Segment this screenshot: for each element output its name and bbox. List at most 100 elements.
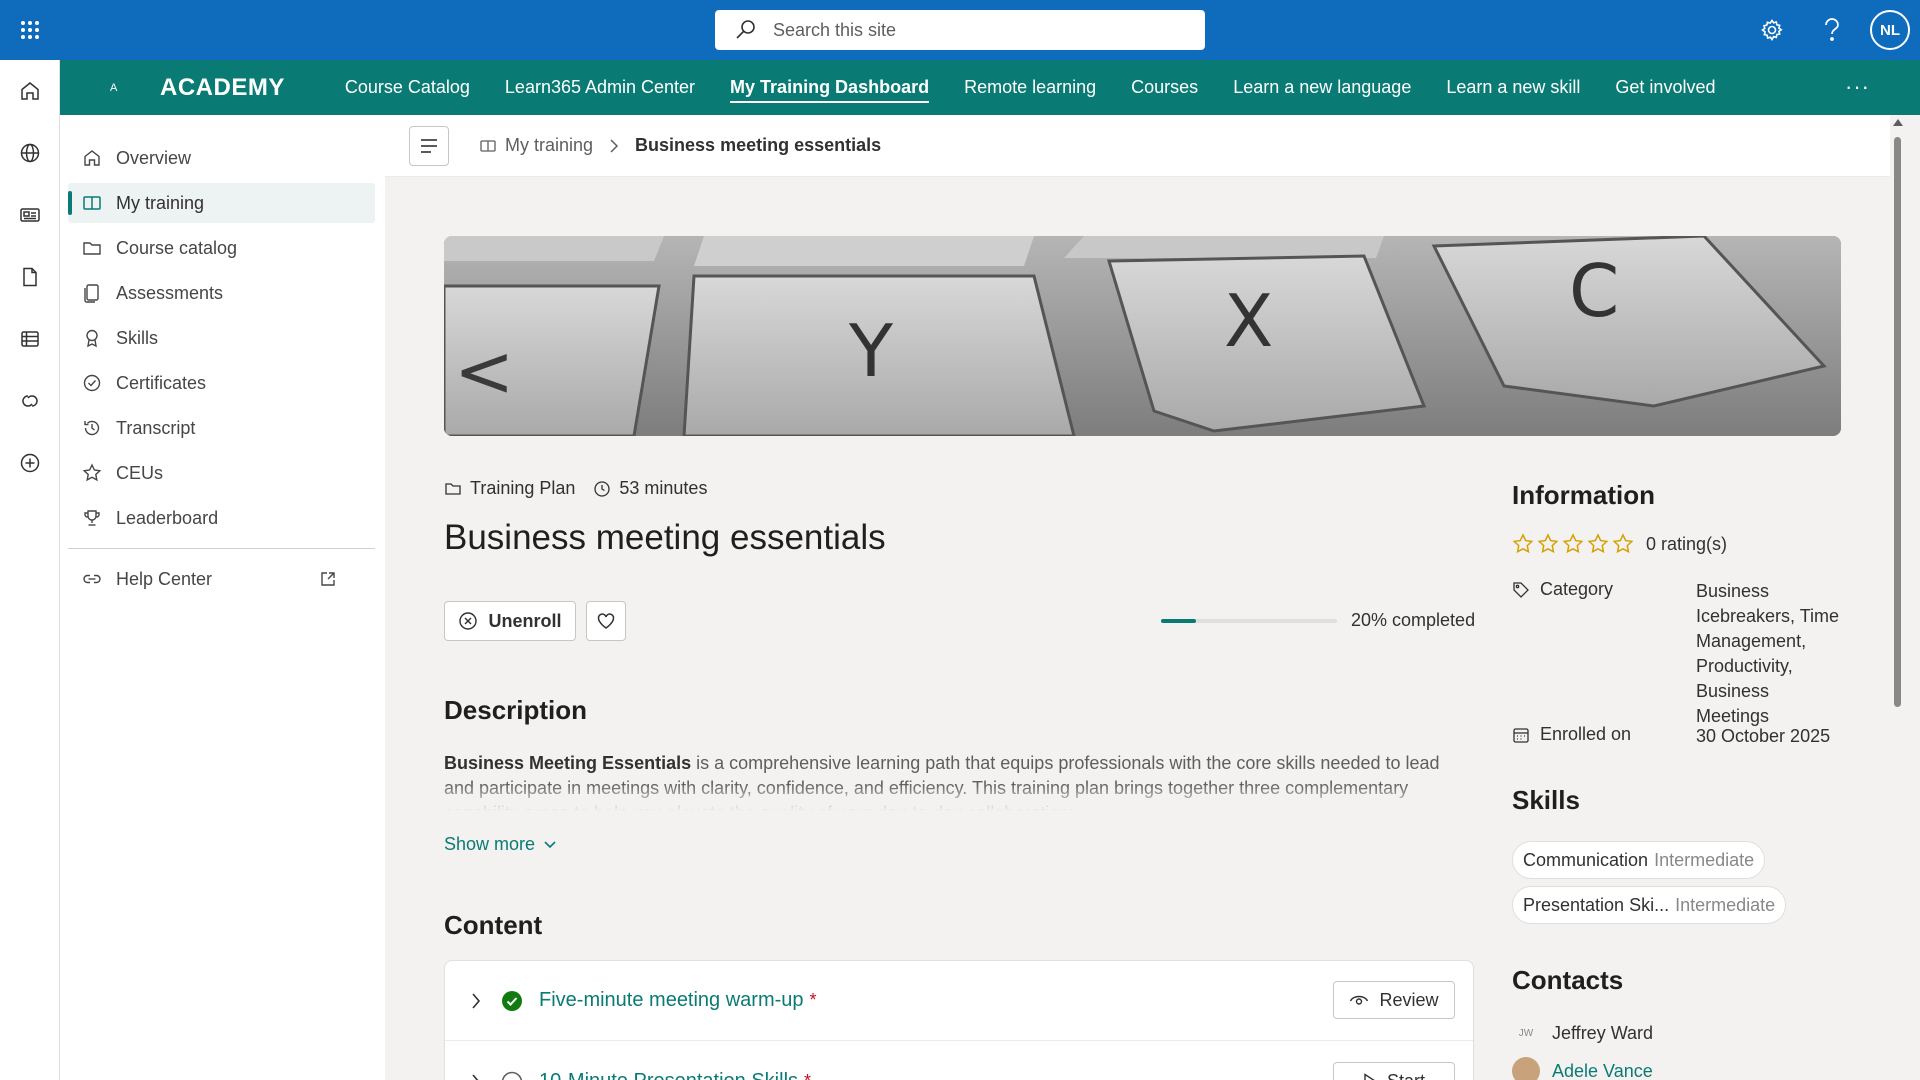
- nav-my-training-dashboard[interactable]: My Training Dashboard: [730, 60, 930, 115]
- key-label: Y: [848, 309, 894, 393]
- rail-home-button[interactable]: [0, 60, 60, 122]
- contact-item[interactable]: Adele Vance: [1512, 1057, 1653, 1080]
- search-icon: [736, 20, 755, 39]
- rail-lists-button[interactable]: [0, 308, 60, 370]
- skill-name: Communication: [1523, 849, 1649, 870]
- news-icon: [20, 208, 40, 222]
- enrolled-value: 30 October 2025: [1696, 726, 1831, 746]
- calendar-icon: [1513, 728, 1529, 743]
- nav-learn-a-new-skill[interactable]: Learn a new skill: [1446, 60, 1580, 115]
- rail-news-button[interactable]: [0, 184, 60, 246]
- sidebar-item-ceus[interactable]: CEUs: [68, 453, 375, 493]
- nav-remote-learning[interactable]: Remote learning: [964, 60, 1096, 115]
- avatar: JW: [1512, 1019, 1540, 1047]
- sidebar-item-label: Transcript: [116, 417, 196, 438]
- nav-get-involved[interactable]: Get involved: [1615, 60, 1715, 115]
- history-icon: [84, 420, 100, 436]
- sidebar-item-overview[interactable]: Overview: [68, 138, 375, 178]
- site-search-box[interactable]: Search this site: [715, 10, 1205, 50]
- contact-item[interactable]: JW Jeffrey Ward: [1512, 1019, 1653, 1047]
- skill-level: Intermediate: [1675, 894, 1776, 915]
- toggle-sidebar-button[interactable]: [409, 125, 449, 166]
- site-logo[interactable]: A: [110, 82, 160, 94]
- clock-icon: [594, 480, 611, 497]
- content-item-title[interactable]: 10-Minute Presentation Skills: [539, 1070, 798, 1080]
- folder-icon: [83, 242, 101, 255]
- nav-course-catalog[interactable]: Course Catalog: [345, 60, 470, 115]
- sidebar-item-course-catalog[interactable]: Course catalog: [68, 228, 375, 268]
- star-outline-icon[interactable]: [1587, 533, 1609, 555]
- sidebar-item-label: Overview: [116, 147, 192, 168]
- sidebar-item-transcript[interactable]: Transcript: [68, 408, 375, 448]
- contact-name[interactable]: Jeffrey Ward: [1552, 1023, 1653, 1044]
- help-icon: [1825, 18, 1839, 41]
- sidebar-item-assessments[interactable]: Assessments: [68, 273, 375, 313]
- star-outline-icon[interactable]: [1512, 533, 1534, 555]
- settings-button[interactable]: [1742, 0, 1802, 60]
- nav-courses[interactable]: Courses: [1131, 60, 1198, 115]
- star-outline-icon[interactable]: [1562, 533, 1584, 555]
- category-value: Business Icebreakers, Time Management, P…: [1696, 581, 1840, 726]
- rail-create-button[interactable]: [0, 432, 60, 494]
- nav-learn-a-new-language[interactable]: Learn a new language: [1233, 60, 1411, 115]
- content-item-title[interactable]: Five-minute meeting warm-up: [539, 989, 804, 1012]
- sidebar-item-skills[interactable]: Skills: [68, 318, 375, 358]
- content-list: Five-minute meeting warm-up * Review 10-…: [444, 960, 1474, 1080]
- chevron-down-icon: [544, 840, 556, 848]
- unenroll-label: Unenroll: [488, 610, 562, 631]
- search-placeholder: Search this site: [773, 19, 897, 40]
- review-button[interactable]: Review: [1333, 981, 1455, 1019]
- show-more-link[interactable]: Show more: [444, 834, 557, 855]
- sidebar-item-certificates[interactable]: Certificates: [68, 363, 375, 403]
- loop-icon: [22, 395, 38, 407]
- favorite-button[interactable]: [586, 601, 626, 641]
- scrollbar-thumb[interactable]: [1894, 137, 1901, 707]
- breadcrumb-parent[interactable]: My training: [479, 135, 593, 156]
- sidebar-item-label: CEUs: [116, 462, 164, 483]
- open-in-new-icon: [321, 572, 335, 586]
- book-icon: [83, 196, 101, 210]
- sidebar-item-leaderboard[interactable]: Leaderboard: [68, 498, 375, 538]
- nav-more-button[interactable]: ···: [1845, 74, 1870, 100]
- breadcrumb-parent-label: My training: [505, 135, 594, 155]
- information-heading: Information: [1512, 480, 1655, 510]
- site-title[interactable]: ACADEMY: [160, 74, 285, 102]
- description-text: Business Meeting Essentials is a compreh…: [444, 751, 1474, 811]
- unenroll-button[interactable]: Unenroll: [444, 601, 576, 641]
- course-type: Training Plan: [470, 478, 576, 498]
- enrolled-label: Enrolled on: [1512, 724, 1631, 745]
- nav-learn365-admin-center[interactable]: Learn365 Admin Center: [505, 60, 695, 115]
- description-heading: Description: [444, 695, 588, 725]
- content-heading: Content: [444, 910, 543, 940]
- contacts-heading: Contacts: [1512, 965, 1624, 995]
- link-icon: [83, 574, 101, 584]
- page-scrollbar[interactable]: [1890, 115, 1905, 1080]
- app-launcher-button[interactable]: [0, 0, 60, 60]
- scroll-up-arrow[interactable]: [1893, 119, 1903, 126]
- breadcrumb-current: Business meeting essentials: [635, 135, 882, 155]
- sidebar-item-my-training[interactable]: My training: [68, 183, 375, 223]
- chevron-right-icon[interactable]: [471, 1073, 481, 1080]
- review-label: Review: [1379, 989, 1439, 1010]
- content-item[interactable]: Five-minute meeting warm-up * Review: [445, 961, 1473, 1041]
- start-button[interactable]: Start: [1333, 1062, 1455, 1080]
- rail-files-button[interactable]: [0, 246, 60, 308]
- skill-chip[interactable]: Presentation Ski... Intermediate: [1512, 886, 1787, 924]
- help-button[interactable]: [1802, 0, 1862, 60]
- category-label-text: Category: [1540, 579, 1614, 599]
- app-bar: [0, 60, 60, 1080]
- rail-loop-button[interactable]: [0, 370, 60, 432]
- sidebar-item-label: Skills: [116, 327, 159, 348]
- star-outline-icon[interactable]: [1537, 533, 1559, 555]
- sidebar-item-label: Assessments: [116, 282, 224, 303]
- skill-chip[interactable]: Communication Intermediate: [1512, 841, 1766, 879]
- rail-sites-button[interactable]: [0, 122, 60, 184]
- rating-stars[interactable]: 0 rating(s): [1512, 533, 1727, 555]
- chevron-right-icon[interactable]: [471, 992, 481, 1010]
- contact-name[interactable]: Adele Vance: [1552, 1061, 1653, 1080]
- star-outline-icon[interactable]: [1612, 533, 1634, 555]
- user-avatar[interactable]: NL: [1870, 10, 1910, 50]
- sidebar-item-label: Leaderboard: [116, 507, 219, 528]
- content-item[interactable]: 10-Minute Presentation Skills * Start: [445, 1042, 1473, 1080]
- sidebar-item-help-center[interactable]: Help Center: [68, 559, 375, 599]
